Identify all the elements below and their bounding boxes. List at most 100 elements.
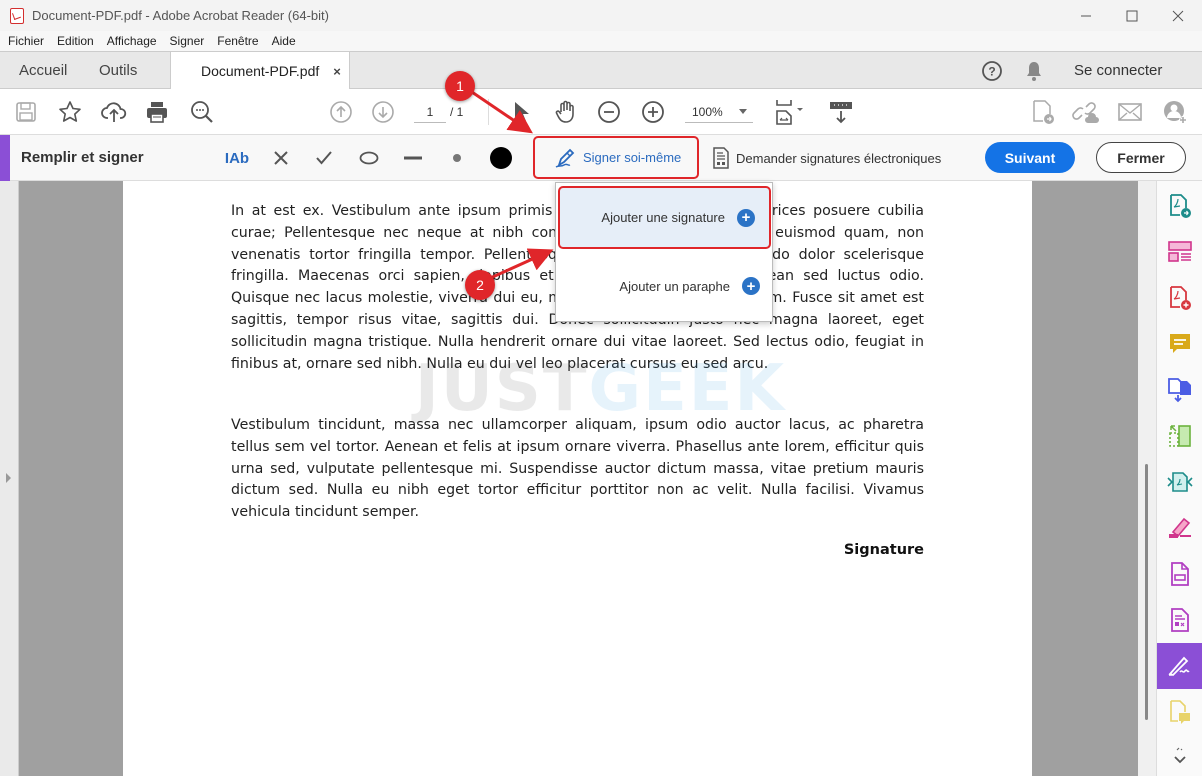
combine-files-tool[interactable] [1157,367,1202,413]
document-paragraph-2: Vestibulum tincidunt, massa nec ullamcor… [231,417,924,521]
title-bar: Document-PDF.pdf - Adobe Acrobat Reader … [0,0,1202,31]
menu-fenetre[interactable]: Fenêtre [217,34,258,48]
export-pdf-tool[interactable] [1157,183,1202,229]
menu-aide[interactable]: Aide [272,34,296,48]
line-button[interactable] [400,143,426,173]
tab-bar: Accueil Outils Document-PDF.pdf × ? Se c… [0,51,1202,90]
zoom-in-button[interactable] [638,97,668,127]
add-text-button[interactable]: IAb [222,143,252,173]
highlighter-icon [1169,517,1191,538]
zoom-in-icon [642,101,664,123]
menu-fichier[interactable]: Fichier [8,34,44,48]
create-pdf-tool[interactable] [1157,275,1202,321]
signature-heading: Signature [843,542,924,558]
request-signatures-label: Demander signatures électroniques [736,150,942,166]
sign-in-link[interactable]: Se connecter [1074,52,1162,89]
share-pdf-button[interactable] [1028,97,1058,127]
left-panel-toggle[interactable] [0,181,19,776]
star-icon [59,101,81,122]
compress-pdf-icon [1167,472,1193,492]
document-comment-icon [1170,700,1190,724]
pdf-share-icon [1033,100,1054,124]
next-button[interactable]: Suivant [985,142,1075,173]
send-for-comments-tool[interactable] [1157,689,1202,735]
redact-tool[interactable] [1157,505,1202,551]
sign-yourself-label: Signer soi-même [583,150,682,165]
plus-circle-icon: + [742,277,760,295]
window-title: Document-PDF.pdf - Adobe Acrobat Reader … [32,8,329,23]
maximize-button[interactable] [1109,0,1155,31]
scrollbar-thumb[interactable] [1145,464,1148,720]
scroll-mode-button[interactable] [826,97,856,127]
tab-close-button[interactable]: × [333,64,341,79]
comment-tool[interactable] [1157,321,1202,367]
tab-accueil[interactable]: Accueil [19,52,67,89]
dot-button[interactable] [444,143,470,173]
ellipse-button[interactable] [355,143,383,173]
help-button[interactable]: ? [981,52,1003,89]
add-initials-item[interactable]: Ajouter un paraphe + [556,255,774,317]
page-number-input[interactable]: 1 [414,101,446,123]
select-tool-button[interactable] [506,97,536,127]
cursor-arrow-icon [515,102,529,122]
hand-tool-button[interactable] [551,97,581,127]
envelope-icon [1118,103,1142,121]
small-dot-icon [453,154,461,162]
edit-pdf-tool[interactable] [1157,229,1202,275]
sign-yourself-button[interactable]: Signer soi-même [533,136,699,179]
pen-signature-icon [555,148,575,168]
fit-page-button[interactable] [772,97,810,127]
document-form-icon [713,147,729,169]
menu-signer[interactable]: Signer [170,34,205,48]
tab-document-label: Document-PDF.pdf [201,63,320,79]
arrow-up-circle-icon [330,101,352,123]
menu-edition[interactable]: Edition [57,34,94,48]
zoom-level-select[interactable]: 100% [685,101,753,123]
right-tools-pane [1156,181,1202,776]
fill-and-sign-title: Remplir et signer [21,149,144,166]
bell-icon [1027,61,1041,81]
keyboard-scroll-icon [830,102,852,124]
notifications-button[interactable] [1024,52,1044,89]
tab-document[interactable]: Document-PDF.pdf × [170,52,350,90]
menu-affichage[interactable]: Affichage [107,34,157,48]
organize-pages-tool[interactable] [1157,413,1202,459]
main-toolbar: 1 / 1 100% [0,89,1202,135]
more-tools-button[interactable] [1157,733,1202,779]
compress-pdf-tool[interactable] [1157,459,1202,505]
zoom-out-icon [598,101,620,123]
request-signatures-button[interactable]: Demander signatures électroniques [712,135,941,181]
cross-mark-button[interactable] [268,143,294,173]
add-user-button[interactable] [1160,97,1190,127]
search-button[interactable] [187,97,217,127]
color-picker-button[interactable] [487,143,515,173]
email-button[interactable] [1115,97,1145,127]
checkmark-icon [316,151,332,165]
text-tool-icon: IAb [224,149,250,167]
next-page-button[interactable] [368,97,398,127]
protect-tool[interactable] [1157,551,1202,597]
edit-layout-icon [1168,241,1192,262]
upload-cloud-button[interactable] [99,97,129,127]
zoom-out-button[interactable] [594,97,624,127]
tab-outils[interactable]: Outils [99,52,137,89]
chevron-down-icon [1174,747,1186,764]
cloud-upload-icon [101,102,127,122]
check-mark-button[interactable] [311,143,337,173]
comment-icon [1170,334,1190,353]
close-window-button[interactable] [1155,0,1201,31]
prepare-form-tool[interactable] [1157,597,1202,643]
close-icon [1172,10,1184,21]
share-link-button[interactable] [1071,97,1101,127]
close-tool-button[interactable]: Fermer [1096,142,1186,173]
vertical-scrollbar[interactable] [1138,181,1156,776]
fill-and-sign-tool[interactable] [1157,643,1202,689]
print-button[interactable] [142,97,172,127]
page-total: / 1 [450,105,464,119]
save-button[interactable] [11,97,41,127]
add-signature-label: Ajouter une signature [601,210,725,225]
bookmark-button[interactable] [55,97,85,127]
minimize-button[interactable] [1063,0,1109,31]
previous-page-button[interactable] [326,97,356,127]
add-signature-item[interactable]: Ajouter une signature + [558,186,771,249]
